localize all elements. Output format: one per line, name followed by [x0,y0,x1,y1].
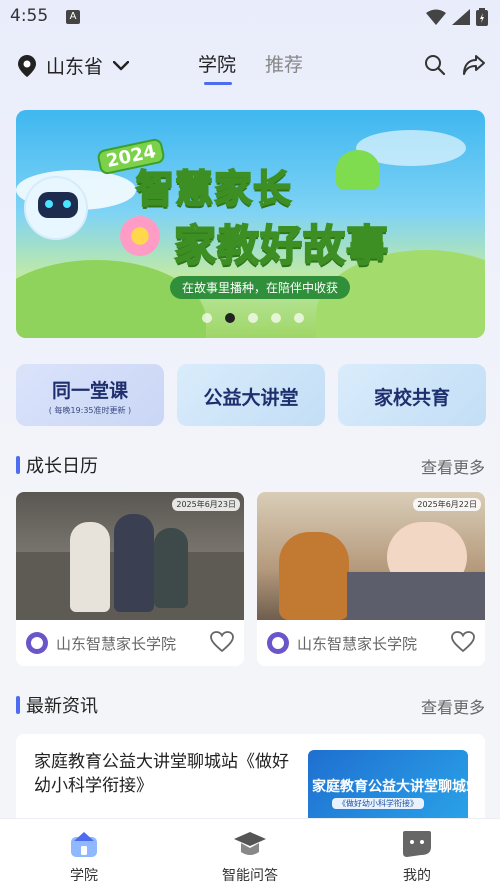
chat-bubble-icon [357,827,477,861]
latest-news-header: 最新资讯 查看更多 [16,692,485,718]
category-title: 家校共育 [373,387,450,409]
news-thumb-subtitle: 《做好幼小科学衔接》 [332,798,424,809]
video-thumbnail[interactable]: 2025年6月23日 [16,492,244,620]
nav-label: 我的 [403,868,431,884]
carousel-dot[interactable] [294,313,304,323]
nav-smart-qa[interactable]: 智能问答 [190,827,310,885]
growth-calendar-header: 成长日历 查看更多 [16,452,485,478]
category-title: 同一堂课 [51,380,128,402]
card-footer: 山东智慧家长学院 [257,620,485,666]
banner-title-line2: 家教好故事 [173,220,390,271]
chevron-down-icon [113,60,130,70]
tab-academy[interactable]: 学院 [198,50,236,77]
tab-recommend[interactable]: 推荐 [265,50,303,77]
nav-academy[interactable]: 学院 [24,827,144,885]
news-item[interactable]: 家庭教育公益大讲堂聊城站《做好幼小科学衔接》 家庭教育公益大讲堂聊城站 《做好幼… [16,734,485,824]
wifi-icon [426,9,446,25]
share-icon[interactable] [462,54,486,76]
notification-icon: A [66,10,80,24]
person-figure [70,522,110,612]
top-header: 山东省 学院 推荐 [0,44,500,88]
robot-mascot [24,176,88,240]
flower-decoration [336,150,380,190]
nav-label: 智能问答 [222,868,278,884]
section-accent-bar [16,456,20,474]
location-pin-icon [18,54,36,77]
nav-label: 学院 [70,868,98,884]
dog-figure [279,532,349,620]
view-more-link[interactable]: 查看更多 [421,454,485,478]
status-icons [426,8,488,26]
category-subtitle: ( 每晚19:35准时更新 ) [48,406,132,415]
nav-profile[interactable]: 我的 [357,827,477,885]
academy-icon [24,827,144,861]
academy-logo-icon [267,632,289,654]
category-same-lesson[interactable]: 同一堂课 ( 每晚19:35准时更新 ) [16,364,164,426]
signal-icon [452,9,470,25]
battery-icon [476,8,488,26]
carousel-dot[interactable] [202,313,212,323]
growth-card[interactable]: 2025年6月23日 山东智慧家长学院 [16,492,244,666]
graduation-cap-icon [190,827,310,861]
carousel-dot-active[interactable] [225,313,235,323]
card-source: 山东智慧家长学院 [297,635,418,653]
heart-icon[interactable] [210,631,234,653]
card-footer: 山东智慧家长学院 [16,620,244,666]
news-thumb-title: 家庭教育公益大讲堂聊城站 [312,779,468,795]
video-date: 2025年6月22日 [413,498,481,511]
section-title: 成长日历 [26,456,98,477]
section-title: 最新资讯 [26,696,98,717]
flower-decoration [120,216,160,256]
person-figure [154,528,188,608]
status-bar: 4:55 A [0,0,500,36]
academy-logo-icon [26,632,48,654]
video-date: 2025年6月23日 [172,498,240,511]
bottom-navigation: 学院 智能问答 我的 [0,818,500,888]
category-home-school[interactable]: 家校共育 [338,364,486,426]
section-accent-bar [16,696,20,714]
status-time: 4:55 [10,6,49,26]
search-icon[interactable] [424,54,446,76]
carousel-dot[interactable] [248,313,258,323]
news-title: 家庭教育公益大讲堂聊城站《做好幼小科学衔接》 [34,752,289,796]
banner-subtitle: 在故事里播种，在陪伴中收获 [170,276,351,299]
category-title: 公益大讲堂 [203,387,299,409]
view-more-link[interactable]: 查看更多 [421,694,485,718]
heart-icon[interactable] [451,631,475,653]
card-source: 山东智慧家长学院 [56,635,177,653]
active-tab-indicator [204,82,232,85]
location-label: 山东省 [46,56,104,78]
category-public-lecture[interactable]: 公益大讲堂 [177,364,325,426]
video-thumbnail[interactable]: 2025年6月22日 [257,492,485,620]
blanket-shape [347,572,485,620]
growth-card[interactable]: 2025年6月22日 山东智慧家长学院 [257,492,485,666]
banner-title-line1: 智慧家长 [135,166,293,212]
person-figure [114,514,154,612]
carousel-dot[interactable] [271,313,281,323]
location-selector[interactable]: 山东省 [18,52,130,79]
news-thumbnail: 家庭教育公益大讲堂聊城站 《做好幼小科学衔接》 [308,750,468,824]
carousel-dots [202,313,304,323]
